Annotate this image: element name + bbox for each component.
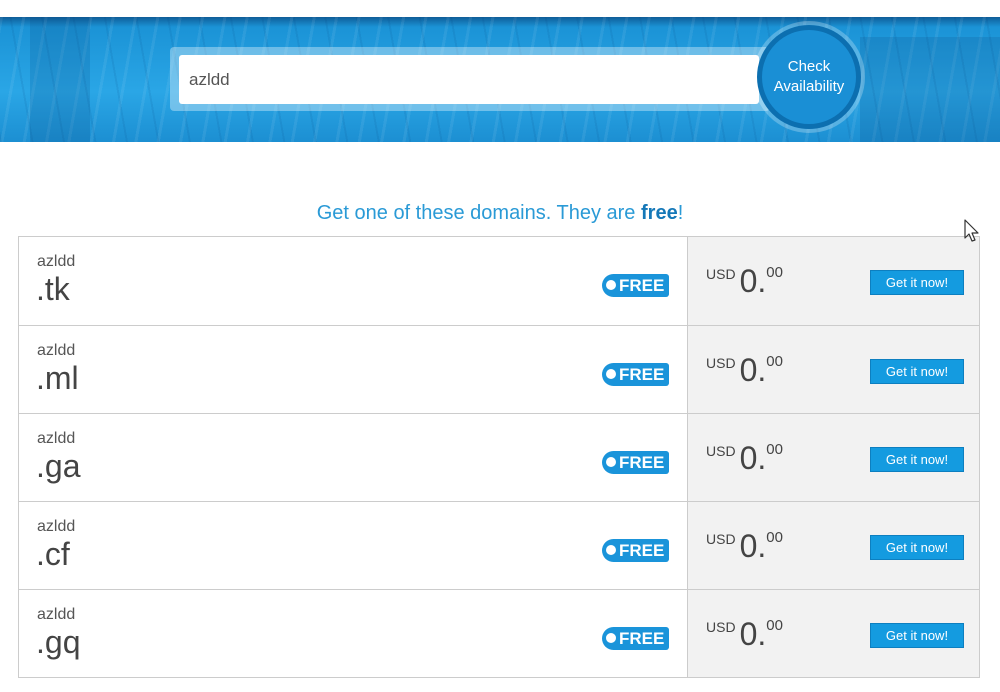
domain-row: azldd .ml FREE USD 0.00 Get it now! [19, 325, 979, 413]
price-currency: USD [706, 531, 736, 547]
price-cents: 00 [766, 529, 783, 546]
domain-name: azldd [37, 430, 76, 447]
banner-bg-shape [860, 37, 1000, 142]
domain-tld: .gq [36, 624, 81, 660]
badge-dot-icon [606, 545, 616, 555]
banner-bg-shape [30, 17, 90, 142]
domain-cell: azldd .gq FREE [19, 590, 687, 677]
price-integer: 0. [739, 616, 767, 652]
heading-prefix: Get one of these domains. They are [316, 202, 641, 224]
free-badge-label: FREE [619, 365, 665, 384]
price-cell: USD 0.00 Get it now! [687, 502, 979, 589]
domain-tld: .tk [36, 271, 70, 307]
price-cents: 00 [766, 441, 783, 458]
price-integer: 0. [739, 440, 767, 476]
free-badge: FREE [602, 363, 669, 386]
free-badge: FREE [602, 451, 669, 474]
domain-name: azldd [37, 342, 76, 359]
domain-tld: .cf [36, 536, 70, 572]
domain-cell: azldd .cf FREE [19, 502, 687, 589]
price: USD 0.00 [706, 528, 783, 565]
check-availability-label-line1: Check [787, 58, 831, 75]
heading-suffix: ! [677, 202, 684, 224]
get-it-now-button[interactable]: Get it now! [870, 623, 964, 648]
heading-free-word: free [641, 202, 678, 224]
domain-cell: azldd .ml FREE [19, 326, 687, 413]
price-integer: 0. [739, 263, 767, 299]
price-cents: 00 [766, 617, 783, 634]
price: USD 0.00 [706, 616, 783, 653]
price-cents: 00 [766, 353, 783, 370]
get-it-now-button[interactable]: Get it now! [870, 535, 964, 560]
domain-results-table: azldd .tk FREE USD 0.00 Get it now! azldd… [18, 236, 980, 678]
badge-dot-icon [606, 633, 616, 643]
domain-tld: .ml [36, 360, 79, 396]
price-currency: USD [706, 355, 736, 371]
price-cell: USD 0.00 Get it now! [687, 326, 979, 413]
price-cell: USD 0.00 Get it now! [687, 237, 979, 325]
free-badge: FREE [602, 274, 669, 297]
top-strip [0, 0, 1000, 17]
results-heading: Get one of these domains. They are free! [0, 202, 1000, 225]
get-it-now-button[interactable]: Get it now! [870, 447, 964, 472]
price: USD 0.00 [706, 440, 783, 477]
free-badge-label: FREE [619, 276, 665, 295]
free-badge-label: FREE [619, 453, 665, 472]
price-currency: USD [706, 619, 736, 635]
price-integer: 0. [739, 352, 767, 388]
check-availability-button[interactable]: Check Availability [757, 25, 861, 129]
price-currency: USD [706, 443, 736, 459]
free-badge: FREE [602, 627, 669, 650]
price: USD 0.00 [706, 263, 783, 300]
free-badge: FREE [602, 539, 669, 562]
badge-dot-icon [606, 369, 616, 379]
free-badge-label: FREE [619, 629, 665, 648]
domain-cell: azldd .tk FREE [19, 237, 687, 325]
get-it-now-button[interactable]: Get it now! [870, 270, 964, 295]
domain-row: azldd .cf FREE USD 0.00 Get it now! [19, 501, 979, 589]
price-cell: USD 0.00 Get it now! [687, 414, 979, 501]
price-cell: USD 0.00 Get it now! [687, 590, 979, 677]
badge-dot-icon [606, 280, 616, 290]
domain-name: azldd [37, 253, 76, 270]
domain-name: azldd [37, 606, 76, 623]
domain-cell: azldd .ga FREE [19, 414, 687, 501]
price-cents: 00 [766, 264, 783, 281]
domain-tld: .ga [36, 448, 81, 484]
domain-row: azldd .tk FREE USD 0.00 Get it now! [19, 237, 979, 325]
domain-row: azldd .gq FREE USD 0.00 Get it now! [19, 589, 979, 677]
badge-dot-icon [606, 457, 616, 467]
price-currency: USD [706, 266, 736, 282]
domain-name: azldd [37, 518, 76, 535]
mouse-pointer-icon [964, 219, 979, 242]
get-it-now-button[interactable]: Get it now! [870, 359, 964, 384]
price-integer: 0. [739, 528, 767, 564]
domain-row: azldd .ga FREE USD 0.00 Get it now! [19, 413, 979, 501]
check-availability-label-line2: Availability [773, 78, 845, 95]
price: USD 0.00 [706, 352, 783, 389]
domain-search-input[interactable] [179, 55, 759, 104]
free-badge-label: FREE [619, 541, 665, 560]
